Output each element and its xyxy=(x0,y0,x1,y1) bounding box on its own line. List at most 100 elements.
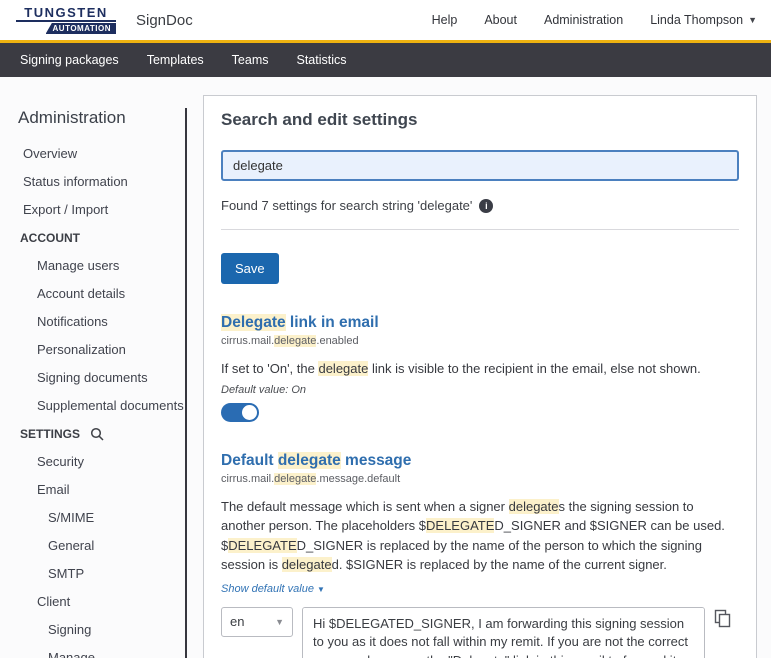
text: d. $SIGNER is replaced by the name of th… xyxy=(331,557,667,572)
sidebar-item-signing-documents[interactable]: Signing documents xyxy=(18,364,185,392)
sidebar-item-label: Status information xyxy=(23,174,128,189)
content-area: Administration Overview Status informatio… xyxy=(0,77,771,658)
info-icon[interactable]: i xyxy=(479,198,494,213)
main-nav: Signing packages Templates Teams Statist… xyxy=(0,43,771,77)
sidebar-item-manage[interactable]: Manage xyxy=(18,644,185,658)
page-title: Search and edit settings xyxy=(221,110,418,129)
sidebar-item-email[interactable]: Email xyxy=(18,476,185,504)
settings-panel: Search and edit settings Found 7 setting… xyxy=(203,95,757,658)
sidebar-item-client[interactable]: Client xyxy=(18,588,185,616)
sidebar-item-label: Notifications xyxy=(37,314,108,329)
divider xyxy=(221,229,739,230)
setting-key: cirrus.mail.delegate.enabled xyxy=(221,335,739,347)
setting-title-link[interactable]: Default delegate message xyxy=(221,451,739,470)
sidebar-item-smtp[interactable]: SMTP xyxy=(18,560,185,588)
copy-button[interactable] xyxy=(714,609,731,631)
highlighted-text: DELEGATE xyxy=(426,518,495,533)
nav-signing-packages[interactable]: Signing packages xyxy=(6,43,133,77)
nav-templates[interactable]: Templates xyxy=(133,43,218,77)
settings-search-input[interactable] xyxy=(221,150,739,181)
about-link[interactable]: About xyxy=(484,13,517,27)
message-value-row: en ▼ Hi $DELEGATED_SIGNER, I am forwardi… xyxy=(221,606,739,658)
sidebar-item-label: General xyxy=(48,538,95,553)
setting-default-delegate-message: Default delegate message cirrus.mail.del… xyxy=(221,451,739,658)
sidebar-item-supplemental-documents[interactable]: Supplemental documents xyxy=(18,392,185,420)
search-icon[interactable] xyxy=(90,427,104,441)
show-default-value-link[interactable]: Show default value ▼ xyxy=(221,583,325,595)
highlighted-text: delegate xyxy=(281,557,332,572)
text: .message.default xyxy=(316,472,401,485)
sidebar-nav: Overview Status information Export / Impor… xyxy=(18,140,185,658)
logo-rule xyxy=(16,20,116,22)
highlighted-text: DELEGATE xyxy=(228,537,297,553)
chevron-down-icon: ▼ xyxy=(317,584,325,594)
delegate-message-textarea[interactable]: Hi $DELEGATED_SIGNER, I am forwarding th… xyxy=(302,606,705,658)
sidebar-item-overview[interactable]: Overview xyxy=(18,140,185,168)
highlighted-text: delegate xyxy=(508,498,559,514)
sidebar-item-account-details[interactable]: Account details xyxy=(18,280,185,308)
language-select-value: en xyxy=(230,614,245,629)
nav-statistics[interactable]: Statistics xyxy=(283,43,361,77)
text: link is visible to the recipient in the … xyxy=(368,361,701,376)
setting-delegate-link-in-email: Delegate link in email cirrus.mail.deleg… xyxy=(221,314,739,422)
sidebar-item-label: Personalization xyxy=(37,342,126,357)
top-links: Help About Administration Linda Thompson… xyxy=(432,13,757,27)
sidebar-item-status-information[interactable]: Status information xyxy=(18,168,185,196)
sidebar-item-label: Manage users xyxy=(37,258,120,273)
sidebar-item-label: Client xyxy=(37,594,71,609)
sidebar-item-s-mime[interactable]: S/MIME xyxy=(18,504,185,532)
sidebar-item-label: Email xyxy=(37,482,70,497)
delegate-link-toggle[interactable] xyxy=(221,402,259,422)
search-result-row: Found 7 settings for search string 'dele… xyxy=(221,198,739,213)
chevron-down-icon: ▼ xyxy=(275,616,284,627)
nav-teams[interactable]: Teams xyxy=(218,43,283,77)
search-result-text: Found 7 settings for search string 'dele… xyxy=(221,198,473,213)
save-button[interactable]: Save xyxy=(221,253,279,284)
language-select[interactable]: en ▼ xyxy=(221,606,293,637)
text: The default message which is sent when a… xyxy=(221,498,509,514)
sidebar-item-label: S/MIME xyxy=(48,510,95,525)
administration-link[interactable]: Administration xyxy=(544,13,623,27)
sidebar-item-manage-users[interactable]: Manage users xyxy=(18,252,185,280)
sidebar-item-export-import[interactable]: Export / Import xyxy=(18,196,185,224)
highlighted-text: delegate xyxy=(318,361,369,376)
sidebar-item-label: Security xyxy=(37,454,84,469)
sidebar-item-label: Account details xyxy=(37,286,126,301)
sidebar-item-signing[interactable]: Signing xyxy=(18,616,185,644)
text: .enabled xyxy=(316,335,359,347)
highlighted-text: delegate xyxy=(277,451,341,469)
logo-text-top: TUNGSTEN xyxy=(24,5,108,20)
text: cirrus.mail. xyxy=(221,472,275,485)
sidebar-item-label: Manage xyxy=(48,650,95,658)
sidebar: Administration Overview Status informatio… xyxy=(0,108,187,658)
setting-title-link[interactable]: Delegate link in email xyxy=(221,314,739,332)
sidebar-item-personalization[interactable]: Personalization xyxy=(18,336,185,364)
sidebar-item-security[interactable]: Security xyxy=(18,448,185,476)
user-name: Linda Thompson xyxy=(650,13,744,27)
chevron-down-icon: ▼ xyxy=(748,15,757,25)
text: If set to 'On', the xyxy=(221,361,319,376)
setting-description: If set to 'On', the delegate link is vis… xyxy=(221,359,739,379)
sidebar-item-notifications[interactable]: Notifications xyxy=(18,308,185,336)
sidebar-item-label: ACCOUNT xyxy=(20,231,80,245)
user-menu[interactable]: Linda Thompson ▼ xyxy=(650,13,757,27)
toggle-knob xyxy=(242,404,257,420)
copy-icon xyxy=(714,609,731,627)
sidebar-item-label: Signing xyxy=(48,622,92,637)
sidebar-item-label: Supplemental documents xyxy=(37,398,184,413)
sidebar-item-label: SETTINGS xyxy=(20,427,81,441)
help-link[interactable]: Help xyxy=(432,13,458,27)
setting-key: cirrus.mail.delegate.message.default xyxy=(221,472,739,485)
setting-description: The default message which is sent when a… xyxy=(221,497,739,575)
sidebar-title: Administration xyxy=(18,108,126,127)
text: message xyxy=(340,451,412,469)
sidebar-section-settings: SETTINGS xyxy=(18,420,185,448)
sidebar-item-label: Signing documents xyxy=(37,370,148,385)
app-name: SignDoc xyxy=(136,11,193,29)
logo-text-bottom: AUTOMATION xyxy=(45,23,116,34)
highlighted-text: delegate xyxy=(274,335,317,347)
default-value-label: Default value: On xyxy=(221,383,306,396)
tungsten-automation-logo: TUNGSTEN AUTOMATION xyxy=(16,6,116,34)
highlighted-text: Delegate xyxy=(221,314,286,331)
sidebar-item-general[interactable]: General xyxy=(18,532,185,560)
